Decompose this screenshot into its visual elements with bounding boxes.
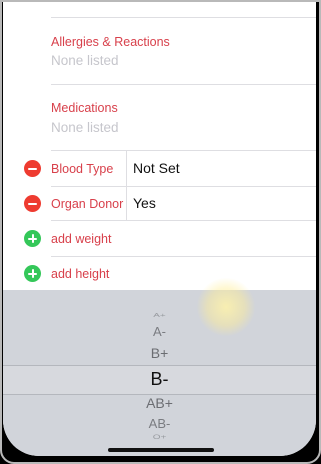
home-indicator[interactable] (108, 448, 214, 452)
picker-item[interactable]: A+ (3, 312, 316, 318)
divider (51, 150, 316, 151)
blood-type-picker[interactable]: A+ A- B+ B- AB+ AB- O+ (3, 290, 316, 456)
picker-item[interactable]: AB+ (3, 395, 316, 411)
blood-type-value[interactable]: Not Set (133, 160, 180, 176)
picker-item-selected[interactable]: B- (3, 369, 316, 390)
add-weight-icon[interactable] (24, 230, 41, 247)
allergies-value[interactable]: None listed (51, 53, 119, 68)
organ-donor-label: Organ Donor (51, 197, 124, 211)
divider (51, 220, 316, 221)
health-medical-id-screen: Allergies & Reactions None listed Medica… (3, 0, 316, 456)
picker-item[interactable]: B+ (3, 345, 316, 361)
blood-type-label: Blood Type (51, 162, 114, 176)
divider (51, 17, 316, 18)
remove-organ-donor-icon[interactable] (24, 195, 41, 212)
divider (51, 186, 316, 187)
medications-label: Medications (51, 101, 118, 115)
divider (51, 256, 316, 257)
picker-item[interactable]: O+ (3, 434, 316, 441)
divider (51, 84, 316, 85)
touch-indicator (197, 278, 255, 336)
column-divider (126, 150, 127, 186)
allergies-label: Allergies & Reactions (51, 35, 170, 49)
add-height-icon[interactable] (24, 265, 41, 282)
add-weight-label[interactable]: add weight (51, 232, 111, 246)
organ-donor-value[interactable]: Yes (133, 195, 156, 211)
add-height-label[interactable]: add height (51, 267, 109, 281)
remove-blood-type-icon[interactable] (24, 160, 41, 177)
medications-value[interactable]: None listed (51, 120, 119, 135)
column-divider (126, 186, 127, 220)
picker-item[interactable]: A- (3, 324, 316, 339)
picker-item[interactable]: AB- (3, 416, 316, 431)
